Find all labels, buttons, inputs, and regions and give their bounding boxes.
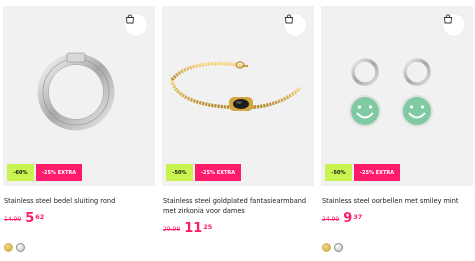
swatch-gold[interactable] [322, 243, 331, 252]
extra-discount-badge: -25% EXTRA [195, 164, 241, 181]
product-image[interactable]: -50% -25% EXTRA [321, 6, 473, 186]
discount-badge: -60% [7, 164, 34, 181]
price-block: 14.99 5 62 [4, 212, 44, 226]
color-swatches [4, 243, 25, 252]
swatch-silver[interactable] [16, 243, 25, 252]
product-title[interactable]: Stainless steel goldplated fantasiearmba… [163, 196, 315, 216]
price-cents: 25 [203, 223, 213, 231]
product-title[interactable]: Stainless steel oorbellen met smiley min… [322, 196, 474, 206]
product-title[interactable]: Stainless steel bedel sluiting rond [4, 196, 156, 206]
swatch-silver[interactable] [334, 243, 343, 252]
old-price: 24.99 [322, 216, 340, 223]
extra-discount-badge: -25% EXTRA [354, 164, 400, 181]
price-main: 5 [25, 211, 35, 226]
price-main: 11 [184, 221, 203, 236]
discount-badge: -50% [166, 164, 193, 181]
price-cents: 37 [353, 213, 363, 221]
swatch-gold[interactable] [4, 243, 13, 252]
shopping-bag-icon [285, 14, 293, 24]
discount-badge: -50% [325, 164, 352, 181]
price-block: 24.99 9 37 [322, 212, 362, 226]
old-price: 14.99 [4, 216, 22, 223]
add-to-cart-button[interactable] [284, 14, 306, 36]
price-cents: 62 [35, 213, 45, 221]
product-image[interactable]: -50% -25% EXTRA [162, 6, 314, 186]
product-card[interactable]: -50% -25% EXTRA Stainless steel goldplat… [162, 6, 314, 258]
shopping-bag-icon [126, 14, 134, 24]
product-card[interactable]: -50% -25% EXTRA Stainless steel oorbelle… [321, 6, 473, 258]
add-to-cart-button[interactable] [125, 14, 147, 36]
price-main: 9 [343, 211, 353, 226]
product-card[interactable]: -60% -25% EXTRA Stainless steel bedel sl… [3, 6, 155, 258]
color-swatches [322, 243, 343, 252]
product-image[interactable]: -60% -25% EXTRA [3, 6, 155, 186]
old-price: 29.99 [163, 226, 181, 233]
shopping-bag-icon [444, 14, 452, 24]
price-block: 29.99 11 25 [163, 222, 212, 236]
add-to-cart-button[interactable] [443, 14, 465, 36]
extra-discount-badge: -25% EXTRA [36, 164, 82, 181]
